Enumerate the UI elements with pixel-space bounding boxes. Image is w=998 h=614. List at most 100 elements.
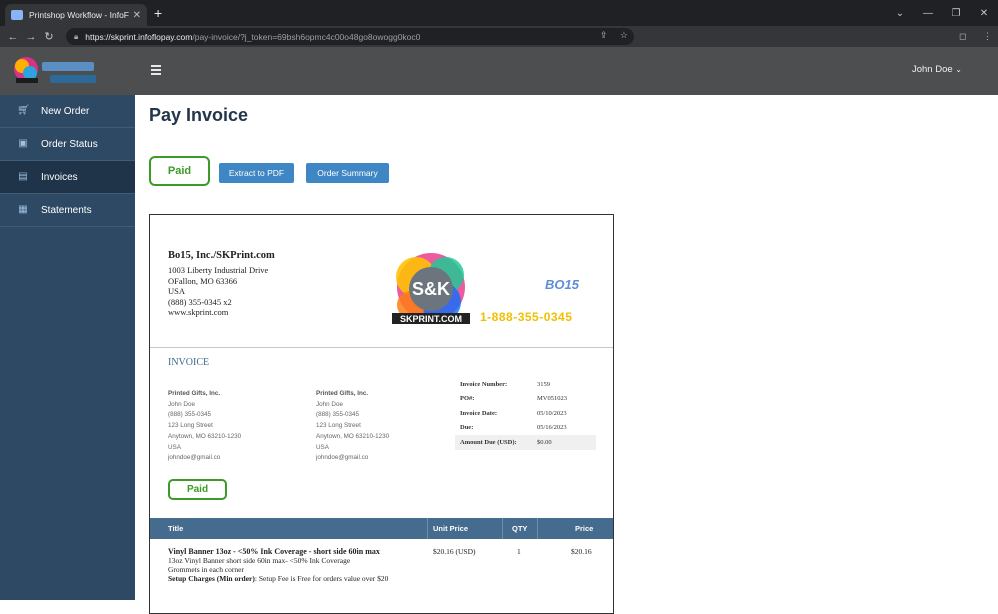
reload-icon[interactable]: ↻	[40, 30, 58, 43]
col-price: Price	[575, 524, 594, 533]
meta-row: Invoice Date: 05/10/2023	[455, 406, 596, 421]
item-description: 13oz Vinyl Banner short side 60in max- <…	[168, 556, 351, 565]
ship-to-street: 123 Long Street	[316, 422, 361, 430]
cart-icon: 🛒︎	[17, 105, 30, 116]
line-items-header: Title Unit Price QTY Price	[150, 518, 613, 539]
forward-arrow-icon[interactable]: →	[22, 31, 40, 43]
amount-due: $0.00	[537, 438, 552, 446]
item-title: Vinyl Banner 13oz - <50% Ink Coverage - …	[168, 547, 380, 556]
paid-status-button[interactable]: Paid	[149, 156, 210, 186]
extract-pdf-button[interactable]: Extract to PDF	[219, 163, 294, 183]
meta-key: Amount Due (USD):	[460, 438, 517, 446]
back-arrow-icon[interactable]: ←	[4, 31, 22, 43]
setup-label: Setup Charges (Min order)	[168, 574, 255, 583]
window-close-icon[interactable]: ✕	[970, 8, 998, 19]
divider	[150, 347, 613, 348]
address-bar[interactable]: 🔒︎ https://skprint.infoflopay.com/pay-in…	[66, 28, 634, 45]
tab-favicon-icon	[11, 10, 23, 20]
logo-phone: 1-888-355-0345	[480, 310, 573, 324]
po-number: MV051023	[537, 395, 567, 403]
setup-text: : Setup Fee is Free for orders value ove…	[254, 574, 389, 583]
company-address: 1003 Liberty Industrial Drive	[168, 265, 269, 275]
item-qty: 1	[517, 547, 521, 556]
logo-brand-text: SKPRINT.COM	[400, 314, 462, 324]
col-unit-price: Unit Price	[433, 524, 469, 533]
ship-to-address: Printed Gifts, Inc. John Doe (888) 355-0…	[316, 389, 389, 464]
item-setup: Setup Charges (Min order): Setup Fee is …	[168, 574, 408, 583]
paid-badge: Paid	[168, 479, 227, 500]
sidebar-item-new-order[interactable]: 🛒︎ New Order	[0, 95, 135, 128]
menu-dots-icon[interactable]: ⋮	[983, 31, 992, 41]
invoice-date: 05/10/2023	[537, 409, 567, 417]
logo-mark-text: S&K	[412, 279, 450, 299]
meta-row: PO#: MV051023	[455, 392, 596, 407]
bill-to-country: USA	[168, 443, 181, 451]
minimize-icon[interactable]: —	[914, 8, 942, 19]
meta-key: Invoice Number:	[460, 380, 508, 388]
item-unit-price: $20.16 (USD)	[433, 547, 476, 556]
ship-to-phone: (888) 355-0345	[316, 411, 360, 419]
company-country: USA	[168, 286, 186, 296]
hamburger-menu-icon[interactable]	[151, 65, 161, 77]
browser-tab[interactable]: Printshop Workflow - InfoFlo Pay ✕	[5, 4, 147, 26]
column-separator	[427, 518, 428, 539]
company-info: Bo15, Inc./SKPrint.com 1003 Liberty Indu…	[168, 250, 275, 318]
ship-to-city: Anytown, MO 63210-1230	[316, 432, 390, 440]
sidebar-item-label: Order Status	[41, 138, 98, 150]
invoice-document: Bo15, Inc./SKPrint.com 1003 Liberty Indu…	[149, 214, 614, 614]
meta-key: Due:	[460, 424, 474, 432]
ship-to-country: USA	[316, 443, 329, 451]
share-icon[interactable]: ⇪	[600, 30, 608, 40]
bill-to-address: Printed Gifts, Inc. John Doe (888) 355-0…	[168, 389, 241, 464]
bill-to-name: Printed Gifts, Inc.	[168, 390, 221, 397]
col-qty: QTY	[512, 524, 528, 533]
page-title: Pay Invoice	[149, 105, 249, 125]
bill-to-street: 123 Long Street	[168, 422, 213, 430]
chevron-down-icon: ⌄	[955, 65, 962, 74]
user-menu[interactable]: John Doe ⌄	[912, 64, 962, 75]
url-host: https://skprint.infoflopay.com	[85, 31, 193, 42]
company-city: OFallon, MO 63366	[168, 275, 238, 286]
due-date: 05/16/2023	[537, 424, 567, 432]
app-header: John Doe ⌄	[0, 47, 998, 95]
bookmark-star-icon[interactable]: ☆	[620, 30, 628, 40]
bo15-logo-text: BO15	[545, 277, 579, 292]
ship-to-email: johndoe@gmail.co	[316, 454, 369, 462]
ship-to-contact: John Doe	[316, 400, 343, 408]
order-summary-button[interactable]: Order Summary	[306, 163, 389, 183]
brand-logo-icon[interactable]	[12, 54, 98, 88]
skprint-logo-icon: S&K SKPRINT.COM	[392, 253, 470, 324]
bill-to-phone: (888) 355-0345	[168, 411, 212, 419]
sidebar-item-label: New Order	[41, 105, 90, 117]
ship-to-name: Printed Gifts, Inc.	[316, 390, 369, 397]
sidebar: 🛒︎ New Order ▣ Order Status ▤ Invoices ▦…	[0, 95, 135, 600]
restore-icon[interactable]: ❐	[942, 8, 970, 19]
column-separator	[537, 518, 538, 539]
profile-icon[interactable]: ◻	[959, 31, 966, 41]
tab-search-chevron-icon[interactable]: ⌄	[886, 8, 914, 19]
meta-row: Amount Due (USD): $0.00	[455, 435, 596, 450]
user-name: John Doe	[911, 64, 953, 75]
col-title: Title	[168, 524, 184, 533]
meta-key: Invoice Date:	[460, 409, 498, 417]
sidebar-item-invoices[interactable]: ▤ Invoices	[0, 161, 135, 194]
box-icon: ▣	[18, 138, 28, 149]
company-phone: (888) 355-0345 x2	[168, 296, 232, 307]
invoice-number: 3159	[537, 380, 550, 388]
meta-key: PO#:	[460, 395, 475, 403]
close-icon[interactable]: ✕	[133, 10, 141, 21]
money-icon: ▤	[18, 171, 28, 182]
lock-icon: 🔒︎	[74, 31, 79, 41]
sidebar-item-label: Invoices	[41, 171, 78, 183]
sidebar-item-statements[interactable]: ▦ Statements	[0, 194, 135, 227]
bill-to-email: johndoe@gmail.co	[168, 454, 221, 462]
browser-tab-bar: Printshop Workflow - InfoFlo Pay ✕ + ⌄ —…	[0, 0, 998, 26]
invoice-heading: INVOICE	[168, 357, 210, 368]
invoice-meta: Invoice Number: 3159 PO#: MV051023 Invoice…	[455, 377, 596, 450]
sidebar-item-label: Statements	[41, 204, 92, 216]
bill-to-contact: John Doe	[168, 400, 195, 408]
meta-row: Invoice Number: 3159	[455, 377, 596, 392]
sidebar-item-order-status[interactable]: ▣ Order Status	[0, 128, 135, 161]
new-tab-plus-icon[interactable]: +	[154, 6, 162, 20]
item-title-cell: Vinyl Banner 13oz - <50% Ink Coverage - …	[168, 547, 408, 583]
